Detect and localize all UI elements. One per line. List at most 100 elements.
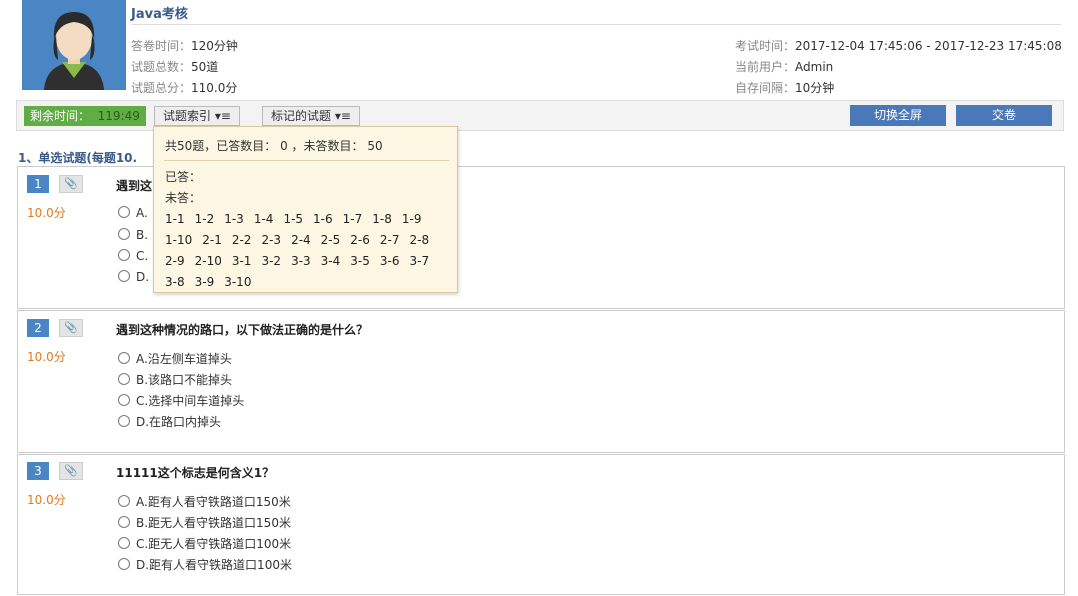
exam-time-label: 考试时间： — [735, 39, 796, 53]
duration-label: 答卷时间： — [131, 39, 192, 53]
option-3c[interactable]: C.距无人看守铁路道口100米 — [118, 535, 291, 552]
index-link-1-3[interactable]: 1-3 — [224, 209, 244, 230]
option-label: A. — [136, 206, 148, 220]
question-index-button[interactable]: 试题索引 ▾≡ — [154, 106, 240, 126]
option-label: D.在路口内掉头 — [136, 415, 222, 429]
fullscreen-button[interactable]: 切换全屏 — [850, 105, 946, 126]
question-text-3: 11111这个标志是何含义1？ — [116, 466, 275, 480]
radio-icon[interactable] — [118, 415, 130, 427]
question-number-2[interactable]: 2 — [27, 319, 49, 337]
remaining-time-label: 剩余时间： — [30, 109, 91, 123]
radio-icon[interactable] — [118, 537, 130, 549]
index-link-3-7[interactable]: 3-7 — [410, 251, 430, 272]
autosave-info: 自存间隔：10分钟 — [735, 79, 834, 96]
remaining-time-value: 119:49 — [97, 109, 140, 123]
duration-info: 答卷时间：120分钟 — [131, 37, 238, 54]
option-2c[interactable]: C.选择中间车道掉头 — [118, 392, 244, 409]
index-link-1-4[interactable]: 1-4 — [254, 209, 274, 230]
question-score-1: 10.0分 — [27, 206, 66, 220]
index-link-2-10[interactable]: 2-10 — [195, 251, 222, 272]
index-link-3-6[interactable]: 3-6 — [380, 251, 400, 272]
marked-questions-button[interactable]: 标记的试题 ▾≡ — [262, 106, 360, 126]
question-text-1: 遇到这 — [116, 179, 153, 193]
index-link-3-4[interactable]: 3-4 — [321, 251, 341, 272]
index-link-1-2[interactable]: 1-2 — [195, 209, 215, 230]
autosave-value: 10分钟 — [795, 81, 835, 95]
index-link-2-1[interactable]: 2-1 — [202, 230, 222, 251]
current-user-info: 当前用户：Admin — [735, 58, 833, 75]
exam-time-info: 考试时间：2017-12-04 17:45:06 - 2017-12-23 17… — [735, 37, 1062, 54]
index-link-3-9[interactable]: 3-9 — [195, 272, 215, 293]
option-3d[interactable]: D.距有人看守铁路道口100米 — [118, 556, 292, 573]
index-link-2-4[interactable]: 2-4 — [291, 230, 311, 251]
radio-icon[interactable] — [118, 352, 130, 364]
index-link-1-8[interactable]: 1-8 — [372, 209, 392, 230]
index-link-1-1[interactable]: 1-1 — [165, 209, 185, 230]
remaining-time: 剩余时间： 119:49 — [24, 106, 146, 126]
index-link-3-3[interactable]: 3-3 — [291, 251, 311, 272]
index-link-2-7[interactable]: 2-7 — [380, 230, 400, 251]
index-link-3-10[interactable]: 3-10 — [224, 272, 251, 293]
avatar — [22, 0, 126, 90]
question-index-popup: 共50题，已答数目： 0 ，未答数目： 50 已答： 未答： 1-1 1-2 1-3… — [153, 126, 458, 293]
index-link-1-9[interactable]: 1-9 — [402, 209, 422, 230]
option-2a[interactable]: A.沿左侧车道掉头 — [118, 350, 232, 367]
option-label: D. — [136, 270, 150, 284]
index-link-1-6[interactable]: 1-6 — [313, 209, 333, 230]
paperclip-icon[interactable]: 📎 — [59, 175, 83, 193]
index-link-3-2[interactable]: 3-2 — [261, 251, 281, 272]
count-value: 50道 — [191, 60, 219, 74]
option-3a[interactable]: A.距有人看守铁路道口150米 — [118, 493, 291, 510]
index-link-3-5[interactable]: 3-5 — [350, 251, 370, 272]
autosave-label: 自存间隔： — [735, 81, 796, 95]
unanswered-list: 1-1 1-2 1-3 1-4 1-5 1-6 1-7 1-8 1-9 1-10 2-1 2-2 2-3… — [165, 209, 450, 293]
index-link-2-9[interactable]: 2-9 — [165, 251, 185, 272]
option-1c[interactable]: C. — [118, 249, 148, 263]
index-link-2-5[interactable]: 2-5 — [321, 230, 341, 251]
current-user-value: Admin — [795, 60, 834, 74]
option-1a[interactable]: A. — [118, 206, 148, 220]
index-link-3-1[interactable]: 3-1 — [232, 251, 252, 272]
total-score-value: 110.0分 — [191, 81, 238, 95]
index-link-2-3[interactable]: 2-3 — [261, 230, 281, 251]
option-label: A.距有人看守铁路道口150米 — [136, 495, 291, 509]
question-number-1[interactable]: 1 — [27, 175, 49, 193]
index-link-2-6[interactable]: 2-6 — [350, 230, 370, 251]
radio-icon[interactable] — [118, 249, 130, 261]
option-2b[interactable]: B.该路口不能掉头 — [118, 371, 232, 388]
option-label: B.距无人看守铁路道口150米 — [136, 516, 291, 530]
radio-icon[interactable] — [118, 206, 130, 218]
radio-icon[interactable] — [118, 495, 130, 507]
count-info: 试题总数：50道 — [131, 58, 218, 75]
question-number-3[interactable]: 3 — [27, 462, 49, 480]
radio-icon[interactable] — [118, 270, 130, 282]
submit-button[interactable]: 交卷 — [956, 105, 1052, 126]
index-link-2-2[interactable]: 2-2 — [232, 230, 252, 251]
radio-icon[interactable] — [118, 516, 130, 528]
question-score-3: 10.0分 — [27, 493, 66, 507]
index-link-2-8[interactable]: 2-8 — [410, 230, 430, 251]
index-link-1-5[interactable]: 1-5 — [283, 209, 303, 230]
paperclip-icon[interactable]: 📎 — [59, 319, 83, 337]
answered-label: 已答： — [165, 170, 202, 184]
paperclip-icon[interactable]: 📎 — [59, 462, 83, 480]
option-label: C.距无人看守铁路道口100米 — [136, 537, 292, 551]
option-label: B. — [136, 228, 149, 242]
option-3b[interactable]: B.距无人看守铁路道口150米 — [118, 514, 291, 531]
option-1b[interactable]: B. — [118, 228, 148, 242]
radio-icon[interactable] — [118, 373, 130, 385]
radio-icon[interactable] — [118, 394, 130, 406]
option-2d[interactable]: D.在路口内掉头 — [118, 413, 221, 430]
index-link-1-10[interactable]: 1-10 — [165, 230, 192, 251]
option-1d[interactable]: D. — [118, 270, 149, 284]
unanswered-label: 未答： — [165, 191, 202, 205]
option-label: D.距有人看守铁路道口100米 — [136, 558, 292, 572]
radio-icon[interactable] — [118, 228, 130, 240]
index-link-1-7[interactable]: 1-7 — [343, 209, 363, 230]
section-title: 1、单选试题(每题10. — [18, 151, 138, 165]
radio-icon[interactable] — [118, 558, 130, 570]
question-score-2: 10.0分 — [27, 350, 66, 364]
index-link-3-8[interactable]: 3-8 — [165, 272, 185, 293]
option-label: C.选择中间车道掉头 — [136, 394, 245, 408]
question-text-2: 遇到这种情况的路口，以下做法正确的是什么？ — [116, 323, 369, 337]
